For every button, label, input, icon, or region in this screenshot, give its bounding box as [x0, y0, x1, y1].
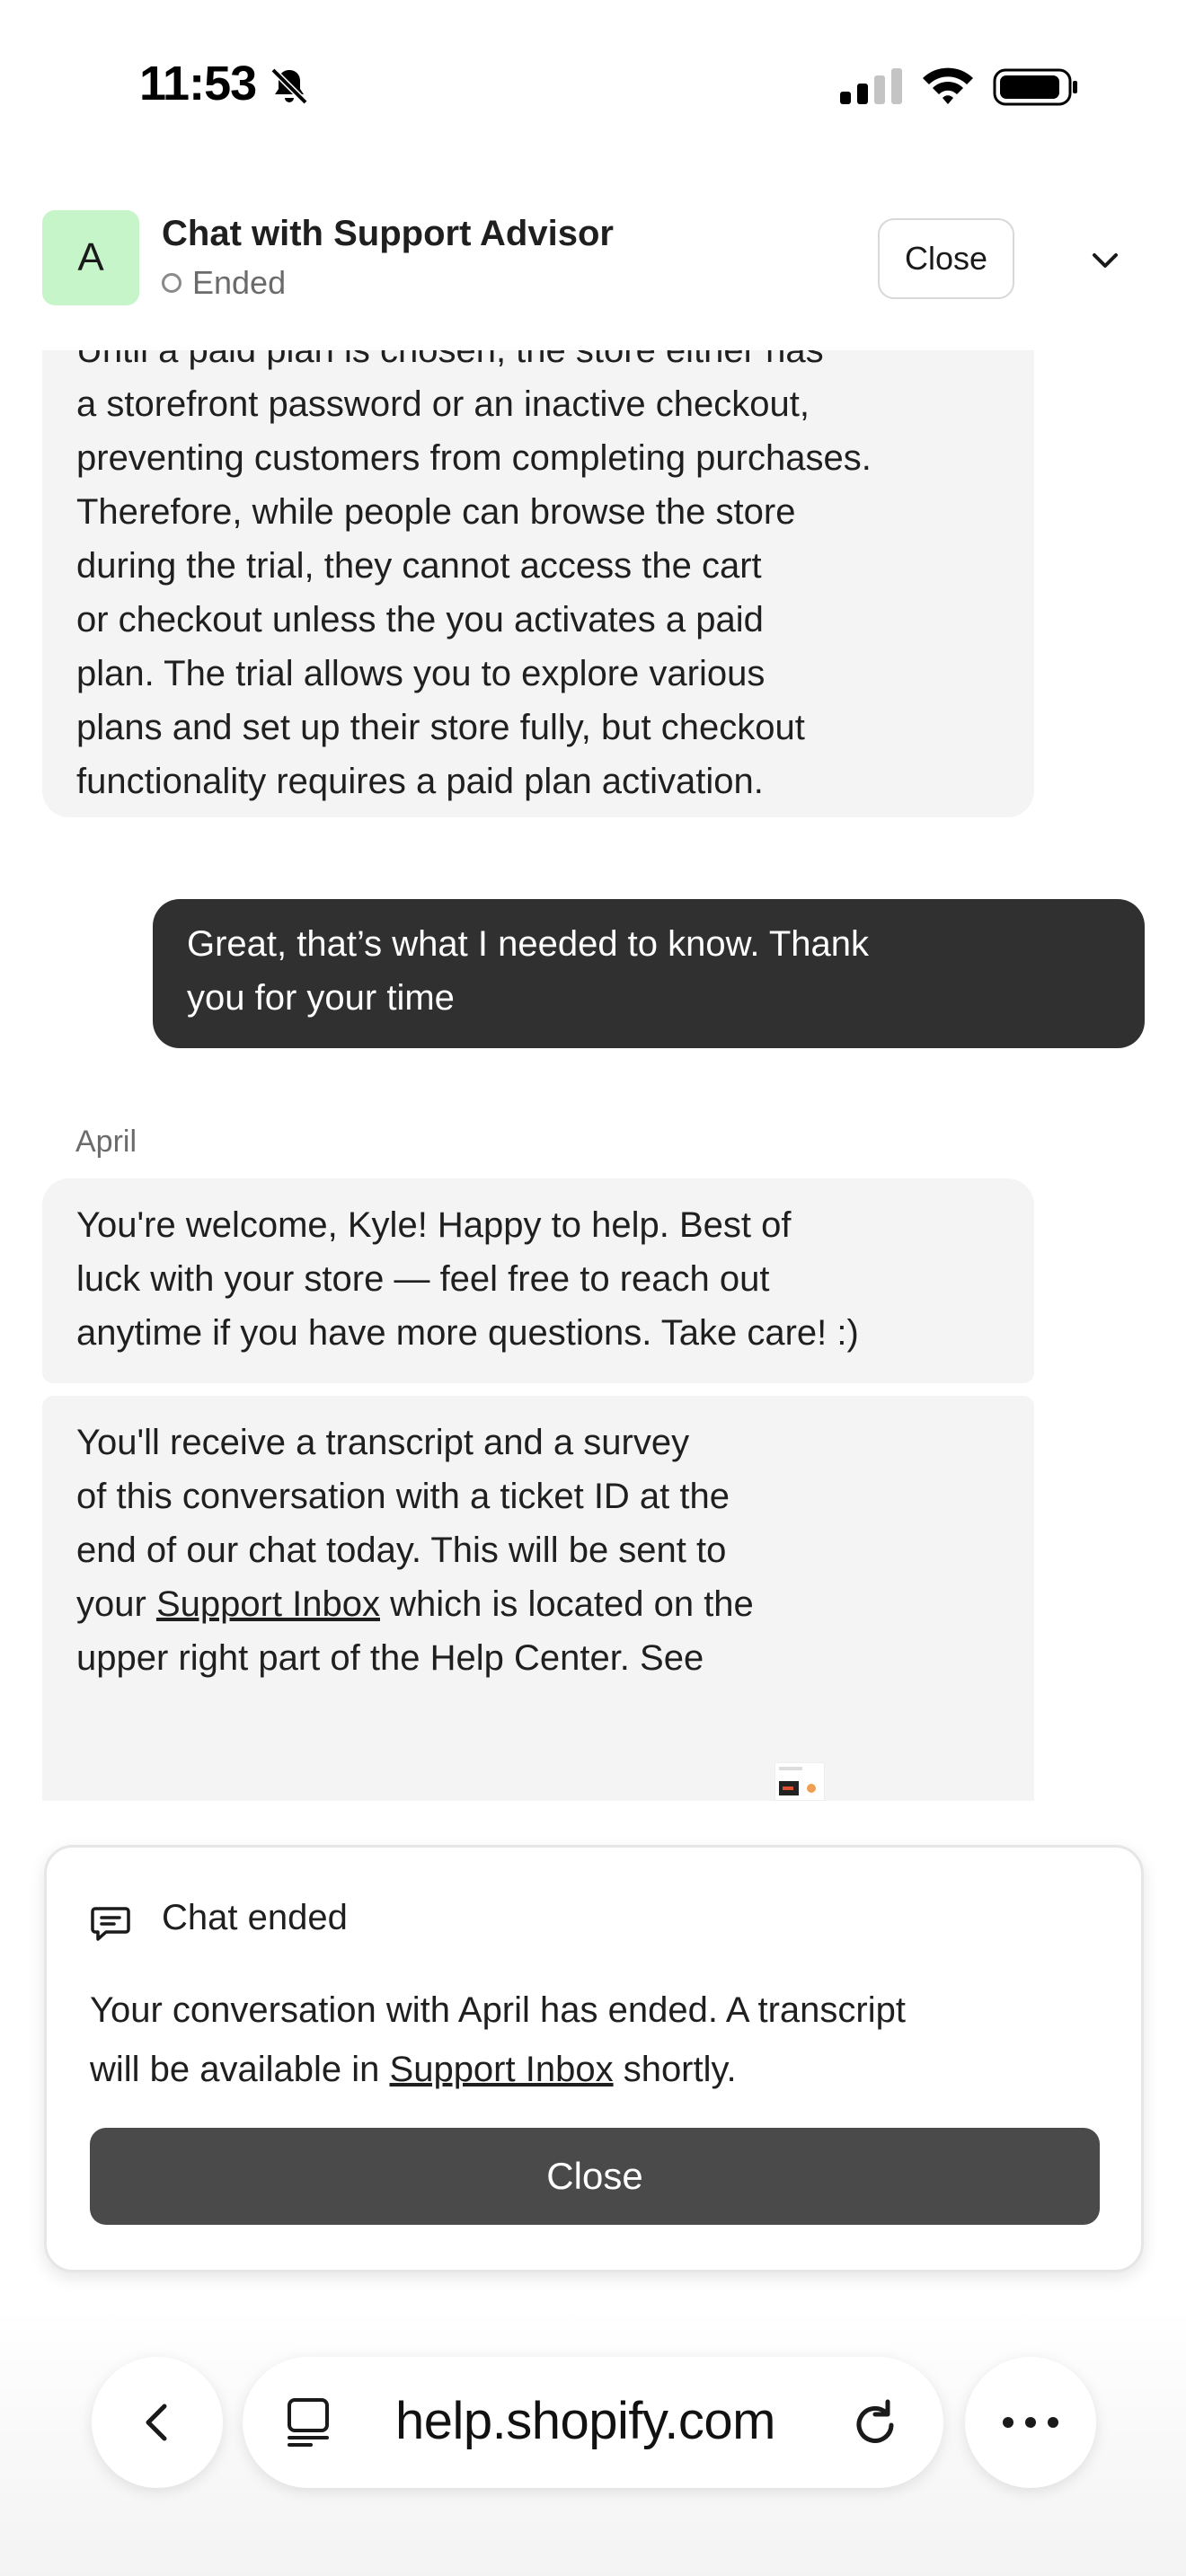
user-message: Great, that’s what I needed to know. Tha… — [153, 899, 1145, 1048]
bell-slash-icon — [270, 67, 308, 105]
address-bar[interactable]: help.shopify.com — [243, 2357, 943, 2488]
message-line: luck with your store — feel free to reac… — [76, 1259, 770, 1299]
status-bar: 11:53 — [0, 0, 1186, 180]
image-thumbnail[interactable] — [774, 1762, 825, 1801]
thumbnail-icon — [779, 1767, 816, 1795]
message-line: Your conversation with April has ended. … — [90, 1990, 906, 2030]
message-line: your Support Inbox which is located on t… — [76, 1577, 1000, 1631]
cellular-signal-icon — [840, 68, 902, 104]
back-button[interactable] — [92, 2357, 223, 2488]
message-line: Until a paid plan is chosen, the store e… — [76, 350, 824, 370]
message-line: preventing customers from completing pur… — [76, 438, 872, 478]
battery-icon — [993, 68, 1077, 106]
message-line: anytime if you have more questions. Take… — [76, 1313, 859, 1353]
chevron-left-icon — [146, 2404, 167, 2441]
message-line: upper right part of the Help Center. See — [76, 1638, 704, 1678]
message-line: will be available in Support Inbox short… — [90, 2040, 1105, 2099]
tab-overview-icon[interactable] — [280, 2395, 336, 2450]
text-prefix: will be available in — [90, 2050, 390, 2089]
chat-ended-title: Chat ended — [162, 1898, 348, 1937]
url-text[interactable]: help.shopify.com — [395, 2391, 775, 2451]
chat-ended-close-button[interactable]: Close — [90, 2128, 1100, 2225]
status-label: Ended — [192, 264, 287, 301]
page: 11:53 A Chat with Support Advisor Ended … — [0, 0, 1186, 2576]
support-inbox-link[interactable]: Support Inbox — [156, 1584, 380, 1624]
message-line: plan. The trial allows you to explore va… — [76, 654, 766, 693]
agent-name: April — [75, 1125, 137, 1159]
message-line: functionality requires a paid plan activ… — [76, 762, 764, 801]
message-line: plans and set up their store fully, but … — [76, 708, 805, 747]
message-line: a storefront password or an inactive che… — [76, 384, 810, 424]
chat-title: Chat with Support Advisor — [162, 214, 614, 253]
status-time: 11:53 — [139, 57, 257, 110]
text-suffix: which is located on the — [380, 1584, 754, 1624]
reload-icon[interactable] — [846, 2395, 904, 2452]
message-line: You're welcome, Kyle! Happy to help. Bes… — [76, 1205, 792, 1245]
chat-bubble-icon — [91, 1907, 130, 1941]
header-close-button[interactable]: Close — [878, 218, 1014, 299]
agent-message: You'll receive a transcript and a survey… — [42, 1396, 1034, 1801]
message-list[interactable]: Until a paid plan is chosen, the store e… — [0, 350, 1186, 1801]
agent-message: You're welcome, Kyle! Happy to help. Bes… — [42, 1178, 1034, 1383]
ellipsis-icon — [1003, 2417, 1058, 2428]
message-line: during the trial, they cannot access the… — [76, 546, 762, 586]
browser-toolbar: help.shopify.com — [0, 2308, 1186, 2576]
chat-ended-card: Chat ended Your conversation with April … — [44, 1845, 1144, 2272]
chevron-down-icon[interactable] — [1087, 243, 1123, 278]
chat-header: A Chat with Support Advisor Ended Close — [0, 180, 1186, 350]
message-line: of this conversation with a ticket ID at… — [76, 1477, 730, 1516]
message-line: you for your time — [187, 978, 455, 1018]
text-suffix: shortly. — [613, 2050, 737, 2089]
chat-status: Ended — [162, 264, 286, 302]
message-line: Therefore, while people can browse the s… — [76, 492, 796, 532]
message-line: or checkout unless the you activates a p… — [76, 600, 764, 640]
message-line: end of our chat today. This will be sent… — [76, 1531, 727, 1570]
message-line: Great, that’s what I needed to know. Tha… — [187, 924, 870, 964]
text-prefix: your — [76, 1584, 156, 1624]
message-line: You'll receive a transcript and a survey — [76, 1423, 690, 1462]
wifi-icon — [923, 67, 973, 104]
more-options-button[interactable] — [965, 2357, 1096, 2488]
avatar: A — [42, 210, 139, 305]
agent-message: Until a paid plan is chosen, the store e… — [42, 350, 1034, 817]
support-inbox-link[interactable]: Support Inbox — [390, 2050, 614, 2089]
status-dot-icon — [162, 273, 181, 293]
chat-ended-message: Your conversation with April has ended. … — [90, 1981, 1105, 2099]
